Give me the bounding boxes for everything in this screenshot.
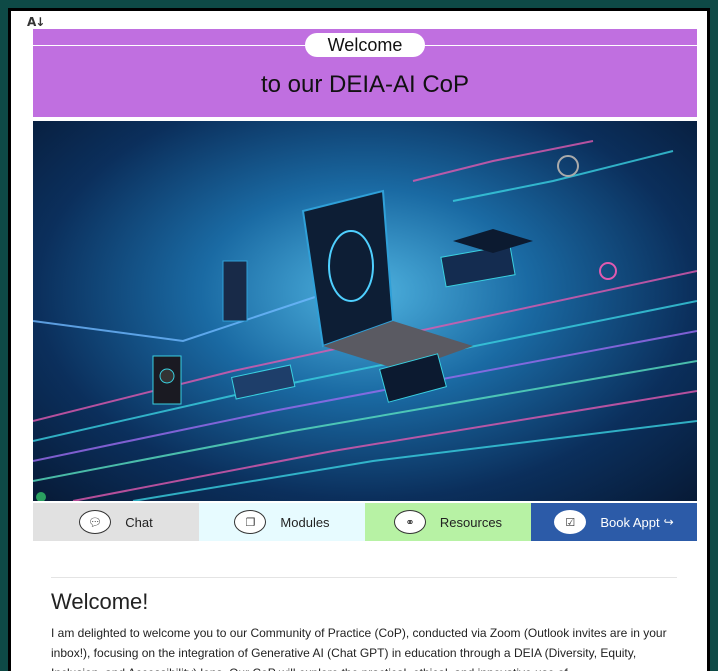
nav-bar: 💬︎ Chat ❐ Modules ⚭ Resources ☑ Book App… <box>33 503 697 541</box>
modules-icon: ❐ <box>234 510 267 534</box>
hero-image <box>33 121 697 501</box>
chat-button[interactable]: 💬︎ Chat <box>33 503 199 541</box>
content-frame: A↓ Welcome to our DEIA-AI CoP 💬︎ Chat ❐ … <box>8 8 710 671</box>
welcome-banner: Welcome to our DEIA-AI CoP <box>33 29 697 117</box>
chat-label: Chat <box>125 514 153 530</box>
book-appt-label: Book Appt <box>600 514 660 530</box>
resources-label: Resources <box>439 514 503 530</box>
hero-illustration <box>33 140 697 501</box>
content-divider <box>51 577 677 578</box>
modules-label: Modules <box>280 514 330 530</box>
external-link-icon: ↪ <box>663 515 674 529</box>
modules-button[interactable]: ❐ Modules <box>199 503 365 541</box>
book-appt-button[interactable]: ☑ Book Appt ↪ <box>531 503 697 541</box>
resources-button[interactable]: ⚭ Resources <box>365 503 531 541</box>
welcome-heading: Welcome! <box>51 589 149 614</box>
banner-pill: Welcome <box>305 33 425 57</box>
chat-bubble-icon: 💬︎ <box>79 510 112 534</box>
banner-title: to our DEIA-AI CoP <box>260 71 470 98</box>
link-icon: ⚭ <box>393 510 426 534</box>
calendar-icon: ☑ <box>554 510 587 534</box>
accessibility-icon[interactable]: A↓ <box>27 15 45 29</box>
welcome-paragraph: I am delighted to welcome you to our Com… <box>51 626 667 671</box>
